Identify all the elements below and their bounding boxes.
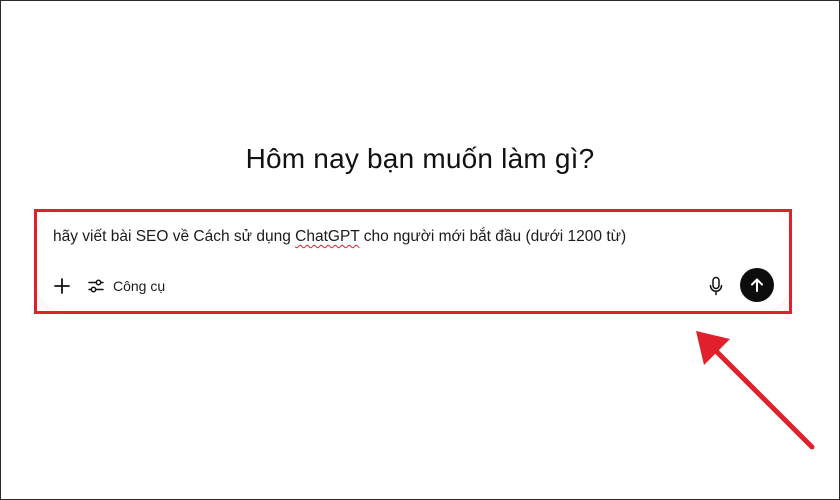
- page-headline: Hôm nay bạn muốn làm gì?: [245, 143, 595, 174]
- annotation-highlight-box: [34, 209, 792, 314]
